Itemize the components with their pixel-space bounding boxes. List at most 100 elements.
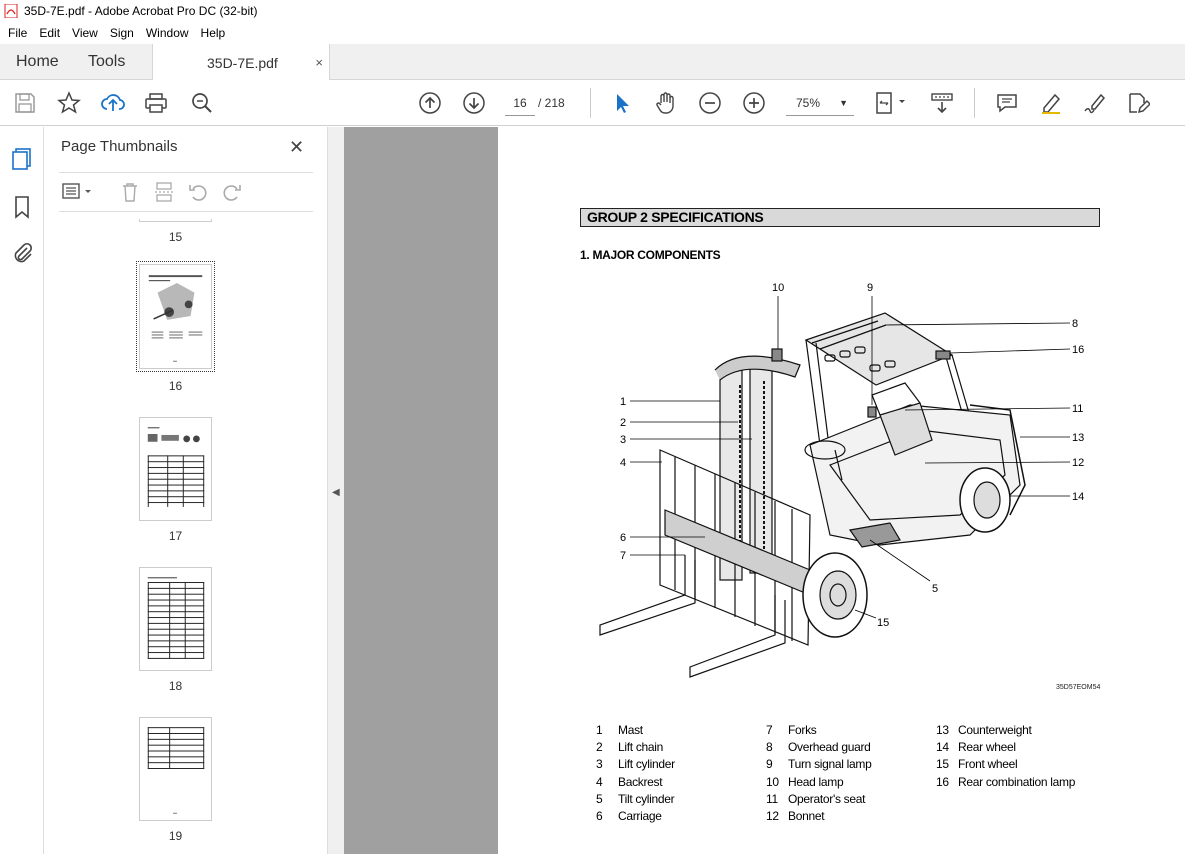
- legend-row: 15 Front wheel: [936, 757, 1018, 772]
- left-navigation-rail: [0, 127, 44, 854]
- menu-view[interactable]: View: [66, 26, 104, 40]
- legend-row: 4 Backrest: [596, 774, 663, 789]
- next-page-icon[interactable]: [462, 91, 486, 115]
- page-fit-icon[interactable]: [874, 91, 908, 115]
- callout-12: 12: [1072, 457, 1084, 469]
- thumbnail-page-17[interactable]: [139, 417, 212, 521]
- legend-row: 6 Carriage: [596, 808, 662, 823]
- document-viewer: GROUP 2 SPECIFICATIONS 1. MAJOR COMPONEN…: [344, 127, 1185, 854]
- extract-page-icon[interactable]: [153, 181, 175, 203]
- rotate-counterclockwise-icon[interactable]: [187, 181, 209, 203]
- menu-edit[interactable]: Edit: [33, 26, 66, 40]
- tab-bar: Home Tools 35D-7E.pdf ×: [0, 44, 1185, 81]
- thumbnail-number: 15: [168, 230, 183, 244]
- scroll-mode-icon[interactable]: [930, 91, 954, 115]
- callout-1: 1: [620, 396, 626, 408]
- legend-row: 9 Turn signal lamp: [766, 757, 872, 772]
- zoom-level-value: 75%: [796, 95, 821, 110]
- highlight-pen-icon[interactable]: [1039, 91, 1063, 115]
- legend-column-1: 1 Mast 2 Lift chain 3 Lift cylinder 4 Backre…: [596, 723, 766, 826]
- page-thumbnails-icon[interactable]: [10, 147, 34, 171]
- callout-9: 9: [867, 282, 873, 294]
- callout-11: 11: [1072, 403, 1083, 415]
- menu-bar: File Edit View Sign Window Help: [0, 22, 1185, 44]
- rotate-clockwise-icon[interactable]: [221, 181, 243, 203]
- comment-icon[interactable]: [995, 91, 1019, 115]
- toolbar-divider: [590, 88, 591, 118]
- page-number-input[interactable]: 16: [505, 90, 535, 116]
- callout-6: 6: [620, 532, 626, 544]
- main-toolbar: 16 / 218 75% ▼: [0, 80, 1185, 126]
- legend-row: 16 Rear combination lamp: [936, 774, 1076, 789]
- draw-sign-icon[interactable]: [1083, 91, 1107, 115]
- legend-row: 14 Rear wheel: [936, 740, 1016, 755]
- menu-sign[interactable]: Sign: [104, 26, 140, 40]
- callout-10: 10: [772, 282, 784, 294]
- page-total: / 218: [538, 96, 565, 110]
- callout-3: 3: [620, 434, 626, 446]
- delete-page-icon[interactable]: [119, 181, 141, 203]
- window-title: 35D-7E.pdf - Adobe Acrobat Pro DC (32-bi…: [24, 4, 258, 18]
- search-zoom-icon[interactable]: [190, 91, 214, 115]
- menu-window[interactable]: Window: [140, 26, 195, 40]
- thumbnail-page-16[interactable]: [136, 261, 215, 372]
- menu-help[interactable]: Help: [195, 26, 232, 40]
- bookmark-icon[interactable]: [10, 195, 34, 219]
- share-upload-icon[interactable]: [101, 91, 125, 115]
- legend-row: 2 Lift chain: [596, 740, 664, 755]
- legend-row: 3 Lift cylinder: [596, 757, 675, 772]
- group-header: GROUP 2 SPECIFICATIONS: [580, 208, 1100, 227]
- callout-13: 13: [1072, 432, 1084, 444]
- callout-15: 15: [877, 617, 889, 629]
- thumbnail-page-19[interactable]: [139, 717, 212, 821]
- thumbnail-number: 17: [168, 529, 183, 543]
- callout-5: 5: [932, 583, 938, 595]
- legend-row: 10 Head lamp: [766, 774, 844, 789]
- legend-row: 13 Counterweight: [936, 723, 1032, 737]
- tab-home[interactable]: Home: [16, 44, 59, 80]
- collapse-arrow-icon[interactable]: ◀: [332, 487, 340, 498]
- legend-column-2: 7 Forks 8 Overhead guard 9 Turn signal lamp…: [766, 723, 936, 826]
- toolbar-divider: [974, 88, 975, 118]
- callout-4: 4: [620, 457, 626, 469]
- window-titlebar: 35D-7E.pdf - Adobe Acrobat Pro DC (32-bi…: [0, 0, 1185, 22]
- tab-close-icon[interactable]: ×: [315, 55, 323, 70]
- thumbnail-list: 15 16 17 18 19: [59, 219, 303, 854]
- tab-document[interactable]: 35D-7E.pdf ×: [152, 44, 330, 81]
- thumbnail-options-icon[interactable]: [61, 181, 95, 203]
- page-thumbnails-panel: Page Thumbnails ✕ 15 16 17 18 19: [45, 127, 363, 854]
- thumbnail-toolbar: [59, 172, 313, 212]
- legend-row: 8 Overhead guard: [766, 740, 871, 755]
- callout-14: 14: [1072, 491, 1084, 503]
- panel-collapse-strip[interactable]: ◀: [327, 127, 344, 854]
- legend-row: 12 Bonnet: [766, 808, 825, 823]
- zoom-out-icon[interactable]: [698, 91, 722, 115]
- select-cursor-icon[interactable]: [610, 91, 634, 115]
- legend-column-3: 13 Counterweight 14 Rear wheel 15 Front whe…: [936, 723, 1106, 792]
- legend-row: 1 Mast: [596, 723, 643, 737]
- star-icon[interactable]: [57, 91, 81, 115]
- figure-code: 35D57EOM54: [1056, 684, 1101, 691]
- callout-8: 8: [1072, 318, 1078, 330]
- legend-row: 5 Tilt cylinder: [596, 791, 675, 806]
- menu-file[interactable]: File: [2, 26, 33, 40]
- attachment-icon[interactable]: [10, 241, 34, 265]
- hand-tool-icon[interactable]: [654, 91, 678, 115]
- panel-title: Page Thumbnails: [61, 138, 178, 155]
- save-icon[interactable]: [13, 91, 37, 115]
- print-icon[interactable]: [144, 91, 168, 115]
- callout-2: 2: [620, 417, 626, 429]
- edit-pdf-icon[interactable]: [1126, 91, 1152, 115]
- zoom-in-icon[interactable]: [742, 91, 766, 115]
- previous-page-icon[interactable]: [418, 91, 442, 115]
- acrobat-app-icon: [4, 4, 18, 18]
- close-icon[interactable]: ✕: [289, 137, 304, 158]
- legend-row: 7 Forks: [766, 723, 817, 737]
- legend-row: 11 Operator's seat: [766, 791, 866, 806]
- zoom-level-select[interactable]: 75% ▼: [786, 90, 854, 116]
- thumbnail-page-15[interactable]: [139, 219, 212, 222]
- tab-tools[interactable]: Tools: [88, 44, 125, 80]
- thumbnail-page-18[interactable]: [139, 567, 212, 671]
- thumbnail-number: 19: [168, 829, 183, 843]
- callout-7: 7: [620, 550, 626, 562]
